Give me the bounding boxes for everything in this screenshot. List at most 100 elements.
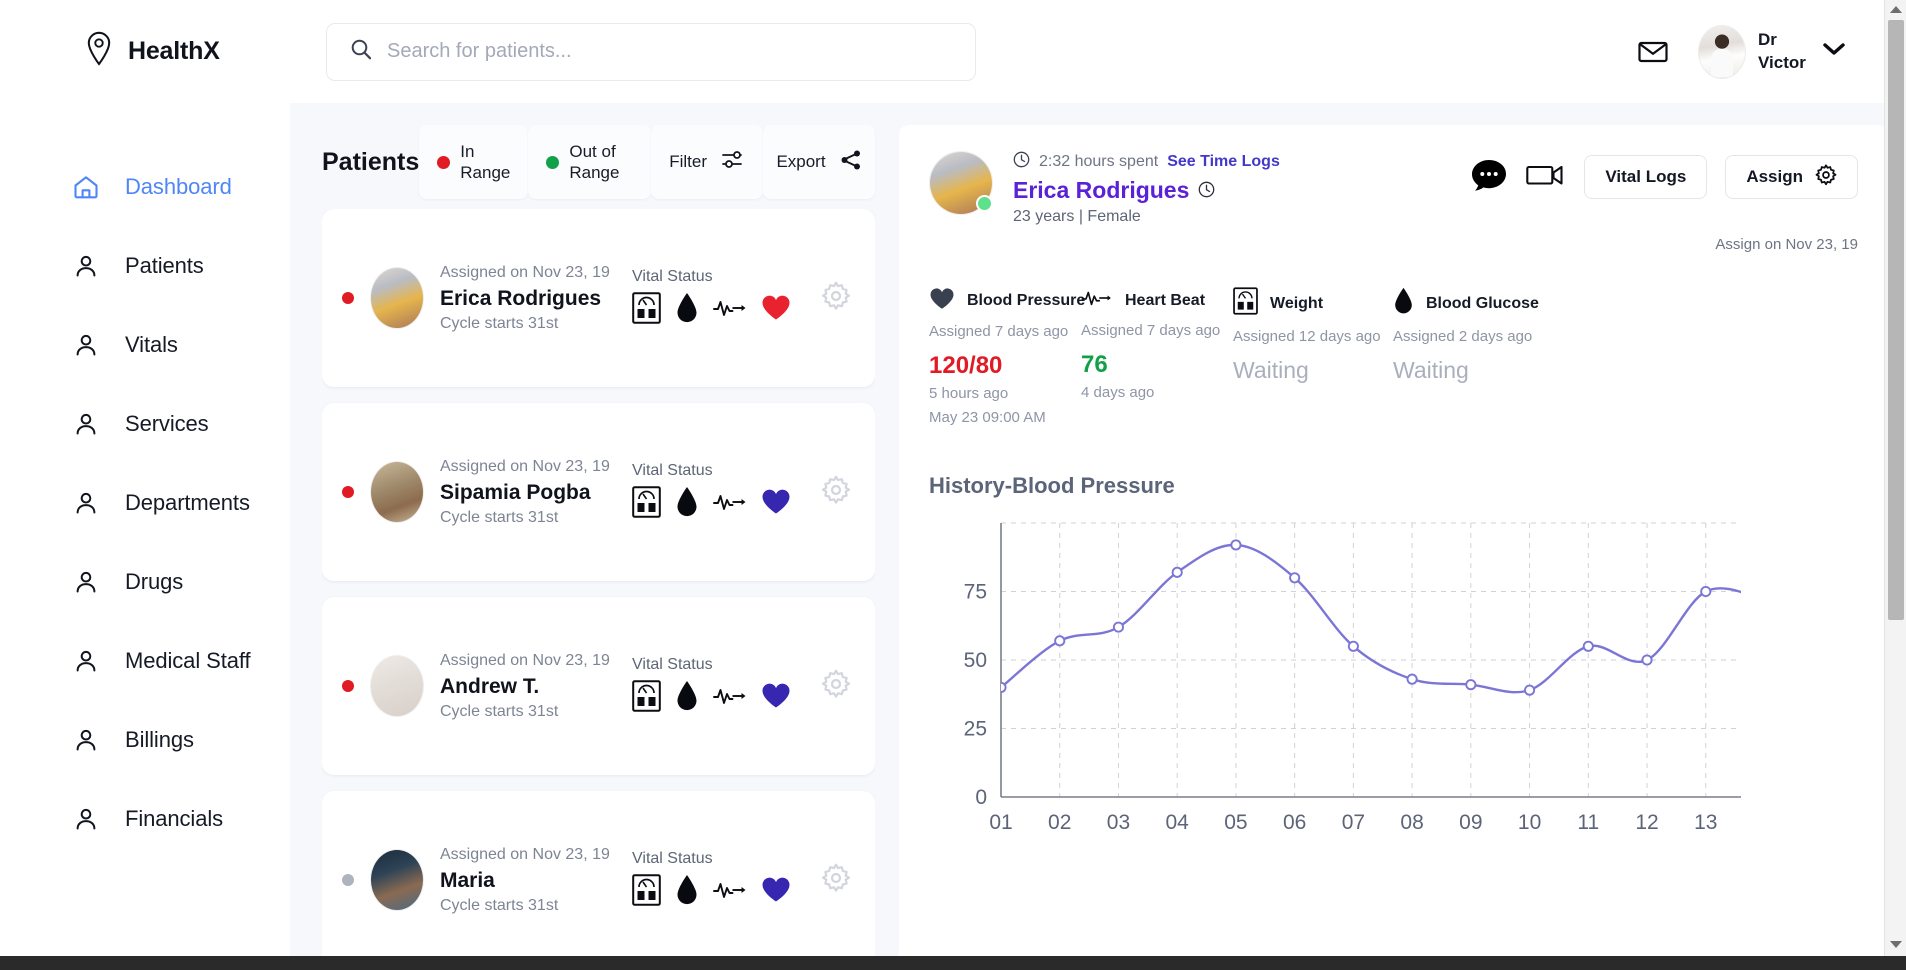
svg-text:04: 04 [1166,811,1190,834]
see-time-logs-link[interactable]: See Time Logs [1167,153,1280,171]
patient-detail-header: 2:32 hours spent See Time Logs Erica Rod… [929,151,1858,226]
vital-card-blood-pressure[interactable]: Blood Pressure Assigned 7 days ago 120/8… [929,287,1085,429]
vital-card-assigned: Assigned 2 days ago [1393,328,1533,345]
svg-text:03: 03 [1107,811,1130,834]
search-bar[interactable] [326,22,976,81]
blood-pressure-chart[interactable]: 0 25 50 75 01 02 03 04 05 06 07 08 09 10 11 12 13 [929,513,1858,843]
avatar [929,151,993,215]
sidebar-item-vitals[interactable]: Vitals [0,305,290,384]
svg-text:11: 11 [1577,811,1599,834]
user-icon [72,410,99,437]
sidebar-item-financials[interactable]: Financials [0,779,290,858]
weight-scale-icon [632,873,661,911]
patient-identity: 2:32 hours spent See Time Logs Erica Rod… [1013,151,1280,226]
blood-drop-icon [675,292,699,329]
vital-status-block: Vital Status [632,656,791,717]
online-status-dot [976,195,993,212]
weight-scale-icon [632,485,661,523]
svg-text:09: 09 [1459,811,1482,834]
filter-tab-out-of-range[interactable]: Out of Range [528,125,652,199]
patient-card[interactable]: Assigned on Nov 23, 19 Erica Rodrigues C… [322,209,875,387]
gear-icon[interactable] [821,669,851,704]
header-actions: Dr Victor [1634,24,1906,79]
vital-card-sub2: May 23 09:00 AM [929,409,1046,427]
svg-text:50: 50 [964,649,987,672]
search-icon [349,37,373,66]
filter-button-label: Filter [669,152,707,172]
vital-card-heart-beat[interactable]: Heart Beat Assigned 7 days ago 76 4 days… [1081,287,1233,429]
status-dot-red [437,155,451,169]
filter-tab-in-range[interactable]: In Range [419,125,529,199]
sidebar-item-patients[interactable]: Patients [0,226,290,305]
vital-status-label: Vital Status [632,461,713,479]
share-icon [840,149,862,176]
heartbeat-icon [1081,287,1113,314]
patient-assigned-date: Assigned on Nov 23, 19 [440,263,610,281]
avatar [370,849,424,911]
vital-card-blood-glucose[interactable]: Blood Glucose Assigned 2 days ago Waitin… [1393,287,1553,429]
svg-text:07: 07 [1342,811,1365,834]
patient-cycle: Cycle starts 31st [440,897,559,915]
sidebar-item-billings[interactable]: Billings [0,700,290,779]
page-title: Patients [322,147,420,176]
patient-name: Andrew T. [440,675,540,699]
vital-card-sub1: 4 days ago [1081,384,1155,401]
time-spent-row: 2:32 hours spent See Time Logs [1013,151,1280,173]
svg-text:12: 12 [1635,811,1658,834]
scrollbar-thumb[interactable] [1888,20,1904,620]
avatar [370,655,424,717]
envelope-icon[interactable] [1634,33,1672,71]
patient-info: Assigned on Nov 23, 19 Maria Cycle start… [440,845,610,916]
sidebar-item-label: Financials [125,805,224,831]
vital-card-header: Blood Pressure [929,287,1085,315]
avatar [1698,24,1746,79]
user-icon [72,805,99,832]
vital-status-label: Vital Status [632,267,713,285]
vital-card-value: Waiting [1233,357,1309,383]
patient-detail-panel: 2:32 hours spent See Time Logs Erica Rod… [899,125,1888,970]
patient-card[interactable]: Assigned on Nov 23, 19 Andrew T. Cycle s… [322,597,875,775]
sidebar-item-departments[interactable]: Departments [0,463,290,542]
sidebar-item-medical-staff[interactable]: Medical Staff [0,621,290,700]
vitals-summary-row: Blood Pressure Assigned 7 days ago 120/8… [929,287,1858,429]
patient-card[interactable]: Assigned on Nov 23, 19 Sipamia Pogba Cyc… [322,403,875,581]
vital-logs-button[interactable]: Vital Logs [1584,155,1708,199]
patient-name: Erica Rodrigues [440,287,602,311]
scroll-up-arrow-icon[interactable] [1890,6,1902,13]
filter-button[interactable]: Filter [651,125,763,199]
gear-icon[interactable] [821,281,851,316]
video-camera-icon[interactable] [1526,162,1566,193]
patient-detail-actions: Vital Logs Assign [1470,151,1858,199]
vital-card-value: Waiting [1393,357,1469,383]
user-menu[interactable]: Dr Victor [1698,24,1846,79]
search-input[interactable] [387,40,953,63]
sidebar-nav: Dashboard Patients Vitals Services Depar… [0,103,290,970]
user-name: Dr Victor [1758,29,1810,75]
svg-text:02: 02 [1048,811,1071,834]
vital-card-value: 76 [1081,351,1108,378]
vital-card-title: Blood Pressure [967,292,1086,309]
scroll-down-arrow-icon[interactable] [1890,941,1902,948]
patient-list[interactable]: Assigned on Nov 23, 19 Erica Rodrigues C… [322,209,875,970]
assign-button[interactable]: Assign [1725,155,1858,199]
vertical-scrollbar[interactable] [1884,0,1906,970]
vital-card-header: Blood Glucose [1393,287,1553,320]
gear-icon [1815,163,1837,191]
brand-logo[interactable]: HealthX [0,31,290,72]
sidebar-item-services[interactable]: Services [0,384,290,463]
chevron-down-icon[interactable] [1822,41,1846,62]
weight-scale-icon [632,291,661,329]
vital-card-weight[interactable]: Weight Assigned 12 days ago Waiting [1233,287,1393,429]
brand-name: HealthX [128,37,220,65]
user-icon [72,568,99,595]
patient-assigned-date: Assigned on Nov 23, 19 [440,651,610,669]
gear-icon[interactable] [821,863,851,898]
export-button[interactable]: Export [763,125,875,199]
svg-text:05: 05 [1224,811,1247,834]
horizontal-scrollbar[interactable] [0,956,1906,970]
chat-bubble-icon[interactable] [1470,158,1508,197]
sidebar-item-dashboard[interactable]: Dashboard [0,147,290,226]
patient-card[interactable]: Assigned on Nov 23, 19 Maria Cycle start… [322,791,875,969]
sidebar-item-drugs[interactable]: Drugs [0,542,290,621]
gear-icon[interactable] [821,475,851,510]
